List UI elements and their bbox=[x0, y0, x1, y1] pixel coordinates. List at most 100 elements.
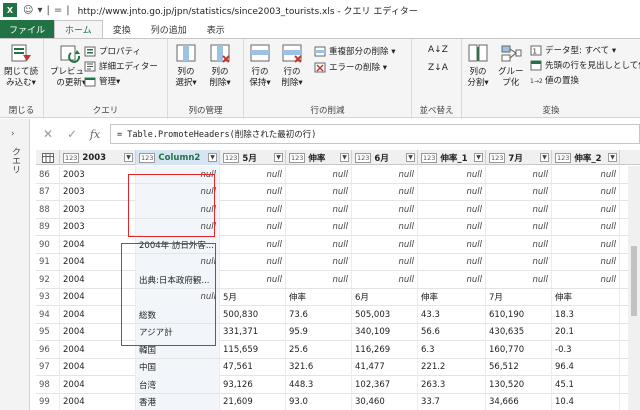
table-cell[interactable]: 伸率 bbox=[552, 288, 620, 306]
table-row[interactable]: 98 2004 台湾 93,126 448.3 102,367 263.3 130,520 45… bbox=[36, 376, 640, 394]
table-cell[interactable]: 台湾 bbox=[136, 376, 220, 393]
smiley-icon[interactable]: ☺ bbox=[23, 5, 33, 16]
vertical-scrollbar[interactable] bbox=[628, 166, 640, 410]
table-cell[interactable]: null bbox=[352, 183, 418, 201]
filter-dropdown-icon[interactable]: ▼ bbox=[124, 153, 133, 162]
table-cell[interactable]: 2003 bbox=[60, 201, 136, 218]
table-cell[interactable]: 160,770 bbox=[486, 341, 552, 358]
table-cell[interactable]: 6.3 bbox=[418, 341, 486, 358]
table-cell[interactable]: 出典:日本政府観... bbox=[136, 271, 220, 288]
tab-view[interactable]: 表示 bbox=[197, 20, 235, 38]
filter-dropdown-icon[interactable]: ▼ bbox=[406, 153, 415, 162]
table-cell[interactable]: 448.3 bbox=[286, 376, 352, 393]
queries-pane[interactable]: › クエリ bbox=[0, 119, 30, 410]
table-cell[interactable]: アジア計 bbox=[136, 323, 220, 341]
table-cell[interactable]: null bbox=[418, 201, 486, 218]
column-type-icon[interactable]: 123 bbox=[555, 152, 572, 163]
table-cell[interactable]: 2004 bbox=[60, 376, 136, 393]
table-cell[interactable]: 56,512 bbox=[486, 358, 552, 376]
table-cell[interactable]: 2004 bbox=[60, 358, 136, 376]
table-cell[interactable]: null bbox=[220, 166, 286, 183]
table-menu-icon[interactable] bbox=[36, 150, 60, 165]
table-cell[interactable]: 73.6 bbox=[286, 306, 352, 323]
table-cell[interactable]: 115,659 bbox=[220, 341, 286, 358]
table-cell[interactable]: 2004年 訪日外客... bbox=[136, 236, 220, 253]
table-cell[interactable]: 2004 bbox=[60, 288, 136, 306]
properties-button[interactable]: プロパティ bbox=[84, 45, 141, 57]
table-cell[interactable]: null bbox=[286, 218, 352, 236]
row-number[interactable]: 98 bbox=[36, 376, 60, 393]
table-cell[interactable]: null bbox=[486, 218, 552, 236]
table-cell[interactable]: null bbox=[136, 253, 220, 271]
column-type-icon[interactable]: 123 bbox=[421, 152, 438, 163]
table-cell[interactable]: null bbox=[352, 253, 418, 271]
table-cell[interactable]: null bbox=[286, 236, 352, 253]
column-type-icon[interactable]: 123 bbox=[355, 152, 372, 163]
table-cell[interactable]: 263.3 bbox=[418, 376, 486, 393]
table-cell[interactable]: null bbox=[418, 271, 486, 288]
table-row[interactable]: 96 2004 韓国 115,659 25.6 116,269 6.3 160,770 -0.3 bbox=[36, 341, 640, 359]
column-header-2[interactable]: 123 5月 ▼ bbox=[220, 150, 286, 165]
table-cell[interactable]: null bbox=[136, 288, 220, 306]
table-cell[interactable]: 21,609 bbox=[220, 393, 286, 410]
table-row[interactable]: 90 2004 2004年 訪日外客... null null null null null n… bbox=[36, 236, 640, 254]
row-number[interactable]: 94 bbox=[36, 306, 60, 323]
filter-dropdown-icon[interactable]: ▼ bbox=[474, 153, 483, 162]
column-header-1[interactable]: 123 Column2 ▼ bbox=[136, 150, 220, 165]
table-cell[interactable]: null bbox=[552, 271, 620, 288]
row-number[interactable]: 92 bbox=[36, 271, 60, 288]
table-cell[interactable]: 116,269 bbox=[352, 341, 418, 358]
table-row[interactable]: 99 2004 香港 21,609 93.0 30,460 33.7 34,666 10.4 bbox=[36, 393, 640, 410]
table-cell[interactable]: null bbox=[286, 271, 352, 288]
table-cell[interactable]: null bbox=[418, 253, 486, 271]
use-first-row-as-headers-button[interactable]: 先頭の行を見出しとして使 bbox=[530, 59, 640, 71]
table-cell[interactable]: 5月 bbox=[220, 288, 286, 306]
table-cell[interactable]: null bbox=[352, 271, 418, 288]
table-row[interactable]: 97 2004 中国 47,561 321.6 41,477 221.2 56,512 96.4 bbox=[36, 358, 640, 376]
table-cell[interactable]: 2003 bbox=[60, 183, 136, 201]
column-header-7[interactable]: 123 伸率_2 ▼ bbox=[552, 150, 620, 165]
row-number[interactable]: 93 bbox=[36, 288, 60, 306]
table-cell[interactable]: null bbox=[220, 253, 286, 271]
table-row[interactable]: 92 2004 出典:日本政府観... null null null null null nul… bbox=[36, 271, 640, 289]
filter-dropdown-icon[interactable]: ▼ bbox=[208, 153, 217, 162]
table-cell[interactable]: 25.6 bbox=[286, 341, 352, 358]
filter-dropdown-icon[interactable]: ▼ bbox=[340, 153, 349, 162]
table-cell[interactable]: null bbox=[486, 253, 552, 271]
column-type-icon[interactable]: 123 bbox=[223, 152, 240, 163]
table-cell[interactable]: null bbox=[552, 253, 620, 271]
row-number[interactable]: 96 bbox=[36, 341, 60, 358]
replace-values-button[interactable]: 1→2 値の置換 bbox=[530, 74, 579, 86]
table-cell[interactable]: 340,109 bbox=[352, 323, 418, 341]
table-cell[interactable]: null bbox=[220, 183, 286, 201]
table-cell[interactable]: null bbox=[552, 183, 620, 201]
table-cell[interactable]: null bbox=[220, 271, 286, 288]
close-and-load-button[interactable]: 閉じて読 み込む▾ bbox=[4, 43, 38, 89]
tab-home[interactable]: ホーム bbox=[54, 20, 103, 38]
table-cell[interactable]: 93.0 bbox=[286, 393, 352, 410]
table-cell[interactable]: 2004 bbox=[60, 393, 136, 410]
table-row[interactable]: 93 2004 null 5月 伸率 6月 伸率 7月 伸率 bbox=[36, 288, 640, 306]
table-cell[interactable]: null bbox=[352, 236, 418, 253]
table-cell[interactable]: 伸率 bbox=[418, 288, 486, 306]
table-cell[interactable]: 102,367 bbox=[352, 376, 418, 393]
column-type-icon[interactable]: 123 bbox=[289, 152, 306, 163]
table-cell[interactable]: 130,520 bbox=[486, 376, 552, 393]
table-cell[interactable]: 2004 bbox=[60, 236, 136, 253]
row-number[interactable]: 91 bbox=[36, 253, 60, 271]
group-by-button[interactable]: グルー プ化 bbox=[498, 43, 524, 89]
table-cell[interactable]: null bbox=[418, 236, 486, 253]
table-cell[interactable]: 41,477 bbox=[352, 358, 418, 376]
table-row[interactable]: 89 2003 null null null null null null null bbox=[36, 218, 640, 236]
table-cell[interactable]: null bbox=[136, 183, 220, 201]
table-cell[interactable]: null bbox=[552, 166, 620, 183]
table-cell[interactable]: null bbox=[552, 236, 620, 253]
table-row[interactable]: 94 2004 総数 500,830 73.6 505,003 43.3 610,190 18.… bbox=[36, 306, 640, 324]
table-row[interactable]: 95 2004 アジア計 331,371 95.9 340,109 56.6 430,635 2… bbox=[36, 323, 640, 341]
remove-errors-button[interactable]: エラーの削除 ▾ bbox=[314, 61, 387, 73]
table-cell[interactable]: null bbox=[352, 166, 418, 183]
column-header-3[interactable]: 123 伸率 ▼ bbox=[286, 150, 352, 165]
table-cell[interactable]: null bbox=[352, 201, 418, 218]
table-cell[interactable]: null bbox=[486, 201, 552, 218]
table-cell[interactable]: 34,666 bbox=[486, 393, 552, 410]
